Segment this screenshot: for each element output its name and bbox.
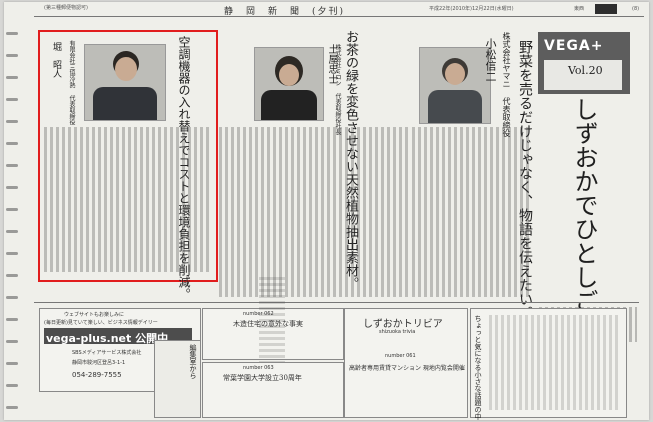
article1-company: 株式会社ヤマニ 代表取締役 — [502, 32, 511, 137]
article1-name: 小松信二 — [484, 38, 497, 82]
mid-box-2-number: number 063 — [243, 365, 274, 371]
vega-address: 静岡市駿河区登呂3-1-1 — [72, 360, 126, 366]
vol-label: Vol.20 — [568, 64, 603, 77]
portrait-hori — [84, 44, 166, 121]
issue-date: 平成22年(2010年)12月22日(水曜日) — [429, 6, 514, 12]
page-number: (8) — [632, 6, 640, 12]
series-title: しずおかでひとしごと — [570, 97, 598, 337]
vega-logo-block: VEGA+ Vol.20 — [538, 32, 630, 94]
right-ad-vertical: ちょっと気になる小さな話題の中から — [474, 315, 482, 420]
vega-url: vega-plus.net 公開中 — [46, 332, 169, 345]
portrait-komatsu — [419, 47, 491, 124]
trivia-title: しずおかトリビア — [363, 319, 443, 330]
portrait-tsuchiya — [254, 47, 324, 121]
vega-web-tag: ウェブサイトもお楽しみに — [64, 312, 125, 318]
editor-column: 編集室から — [154, 340, 201, 418]
trivia-number: number 061 — [385, 353, 416, 359]
vega-web-slogan: (毎日更新)見ていて楽しい、ビジネス情報デイリー — [44, 320, 158, 326]
section-tag — [595, 4, 617, 14]
article2-name: 土屋忠士 — [326, 44, 337, 84]
vega-phone: 054-289-7555 — [72, 371, 122, 379]
newspaper-page: (第三種郵便物認可) 静 岡 新 聞 (夕刊) 平成22年(2010年)12月2… — [4, 2, 649, 420]
mid-box-2: number 063 常葉学園大学設立30周年 — [202, 362, 344, 418]
top-left-note: (第三種郵便物認可) — [44, 5, 88, 11]
right-ad: ちょっと気になる小さな話題の中から — [470, 308, 627, 420]
binding-edge — [4, 32, 20, 412]
column-label: 編集室から — [189, 344, 197, 379]
article3-company: 有限会社三協冷熱 代表取締役 — [68, 40, 75, 125]
mid-box-2-title: 常葉学園大学設立30周年 — [223, 374, 302, 382]
edition-label: 東西 — [574, 6, 585, 12]
trivia-subtitle: shizuoka trivia — [379, 329, 416, 335]
vega-brand: VEGA+ — [544, 38, 604, 54]
mid-box-1: number 062 木造住宅の意外な事実 — [202, 277, 344, 407]
trivia-box: しずおかトリビア shizuoka trivia number 061 高齢者専… — [344, 308, 468, 418]
trivia-headline: 高齢者専用賃貸マンション 現地内覧会開催 — [349, 365, 465, 372]
article3-name: 堀 昭人 — [51, 42, 61, 78]
vega-publisher: SBSメディアサービス株式会社 — [72, 350, 142, 356]
